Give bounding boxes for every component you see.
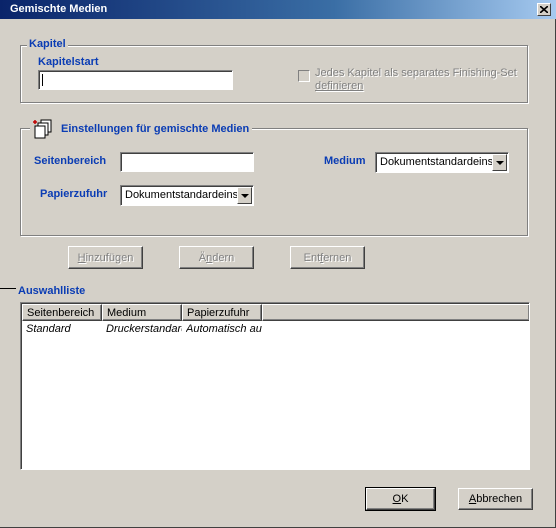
medium-label: Medium [324, 155, 366, 167]
paper-source-dropdown-button[interactable] [237, 187, 252, 204]
row-page-range-cell: Standard [26, 323, 71, 335]
stacked-pages-icon [33, 119, 52, 139]
close-icon [540, 6, 548, 13]
text-caret [42, 74, 43, 86]
chapter-group-label: Kapitel [27, 38, 68, 50]
cancel-button-label: Abbrechen [468, 493, 523, 505]
page-range-label: Seitenbereich [34, 155, 107, 167]
list-header: Seitenbereich Medium Papierzufuhr [22, 304, 529, 321]
change-button-label: Ändern [198, 251, 235, 264]
separate-finishing-set-checkbox[interactable] [298, 70, 310, 82]
selection-list[interactable]: Seitenbereich Medium Papierzufuhr Standa… [20, 302, 530, 470]
remove-button-label: Entfernen [303, 251, 352, 264]
window-title: Gemischte Medien [10, 3, 108, 15]
table-row[interactable]: Standard Druckerstandard Automatisch aus… [22, 322, 528, 337]
ok-button-label: OK [392, 493, 409, 505]
medium-selected-value: Dokumentstandardeinst [380, 156, 497, 168]
chapter-start-label: Kapitelstart [38, 56, 99, 68]
cancel-button[interactable]: Abbrechen [458, 488, 533, 510]
paper-source-label: Papierzufuhr [40, 188, 108, 200]
chevron-down-icon [495, 160, 504, 165]
selection-list-connector [0, 288, 16, 289]
chevron-down-icon [240, 193, 249, 198]
paper-source-selected-value: Dokumentstandardeinst [125, 189, 242, 201]
column-header-paper-source[interactable]: Papierzufuhr [182, 304, 262, 321]
column-header-page-range[interactable]: Seitenbereich [22, 304, 102, 321]
remove-button[interactable]: Entfernen [290, 246, 365, 269]
change-button[interactable]: Ändern [179, 246, 254, 269]
add-button-label: Hinzufügen [77, 251, 134, 264]
row-paper-source-cell: Automatisch auswählen [186, 323, 262, 335]
column-header-medium[interactable]: Medium [102, 304, 182, 321]
row-medium-cell: Druckerstandard [106, 323, 182, 335]
page-range-input[interactable] [120, 152, 254, 172]
separate-finishing-set-label-line2: definieren [315, 80, 364, 92]
mixed-media-settings-group [20, 128, 528, 236]
selection-list-label: Auswahlliste [18, 285, 86, 297]
column-header-filler [262, 304, 529, 321]
add-button[interactable]: Hinzufügen [68, 246, 143, 269]
close-button[interactable] [537, 3, 551, 16]
chapter-start-input[interactable] [38, 70, 233, 90]
medium-dropdown-button[interactable] [492, 154, 507, 171]
ok-button[interactable]: OK [365, 487, 436, 511]
title-bar[interactable]: Gemischte Medien [0, 0, 556, 19]
medium-select[interactable]: Dokumentstandardeinst [375, 152, 509, 173]
paper-source-select[interactable]: Dokumentstandardeinst [120, 185, 254, 206]
dialog-window: Gemischte Medien Kapitel Kapitelstart Je… [0, 0, 556, 528]
settings-group-label: Einstellungen für gemischte Medien [61, 123, 250, 135]
separate-finishing-set-label-line1: Jedes Kapitel als separates Finishing-Se… [315, 67, 517, 79]
settings-legend: Einstellungen für gemischte Medien [30, 118, 253, 140]
